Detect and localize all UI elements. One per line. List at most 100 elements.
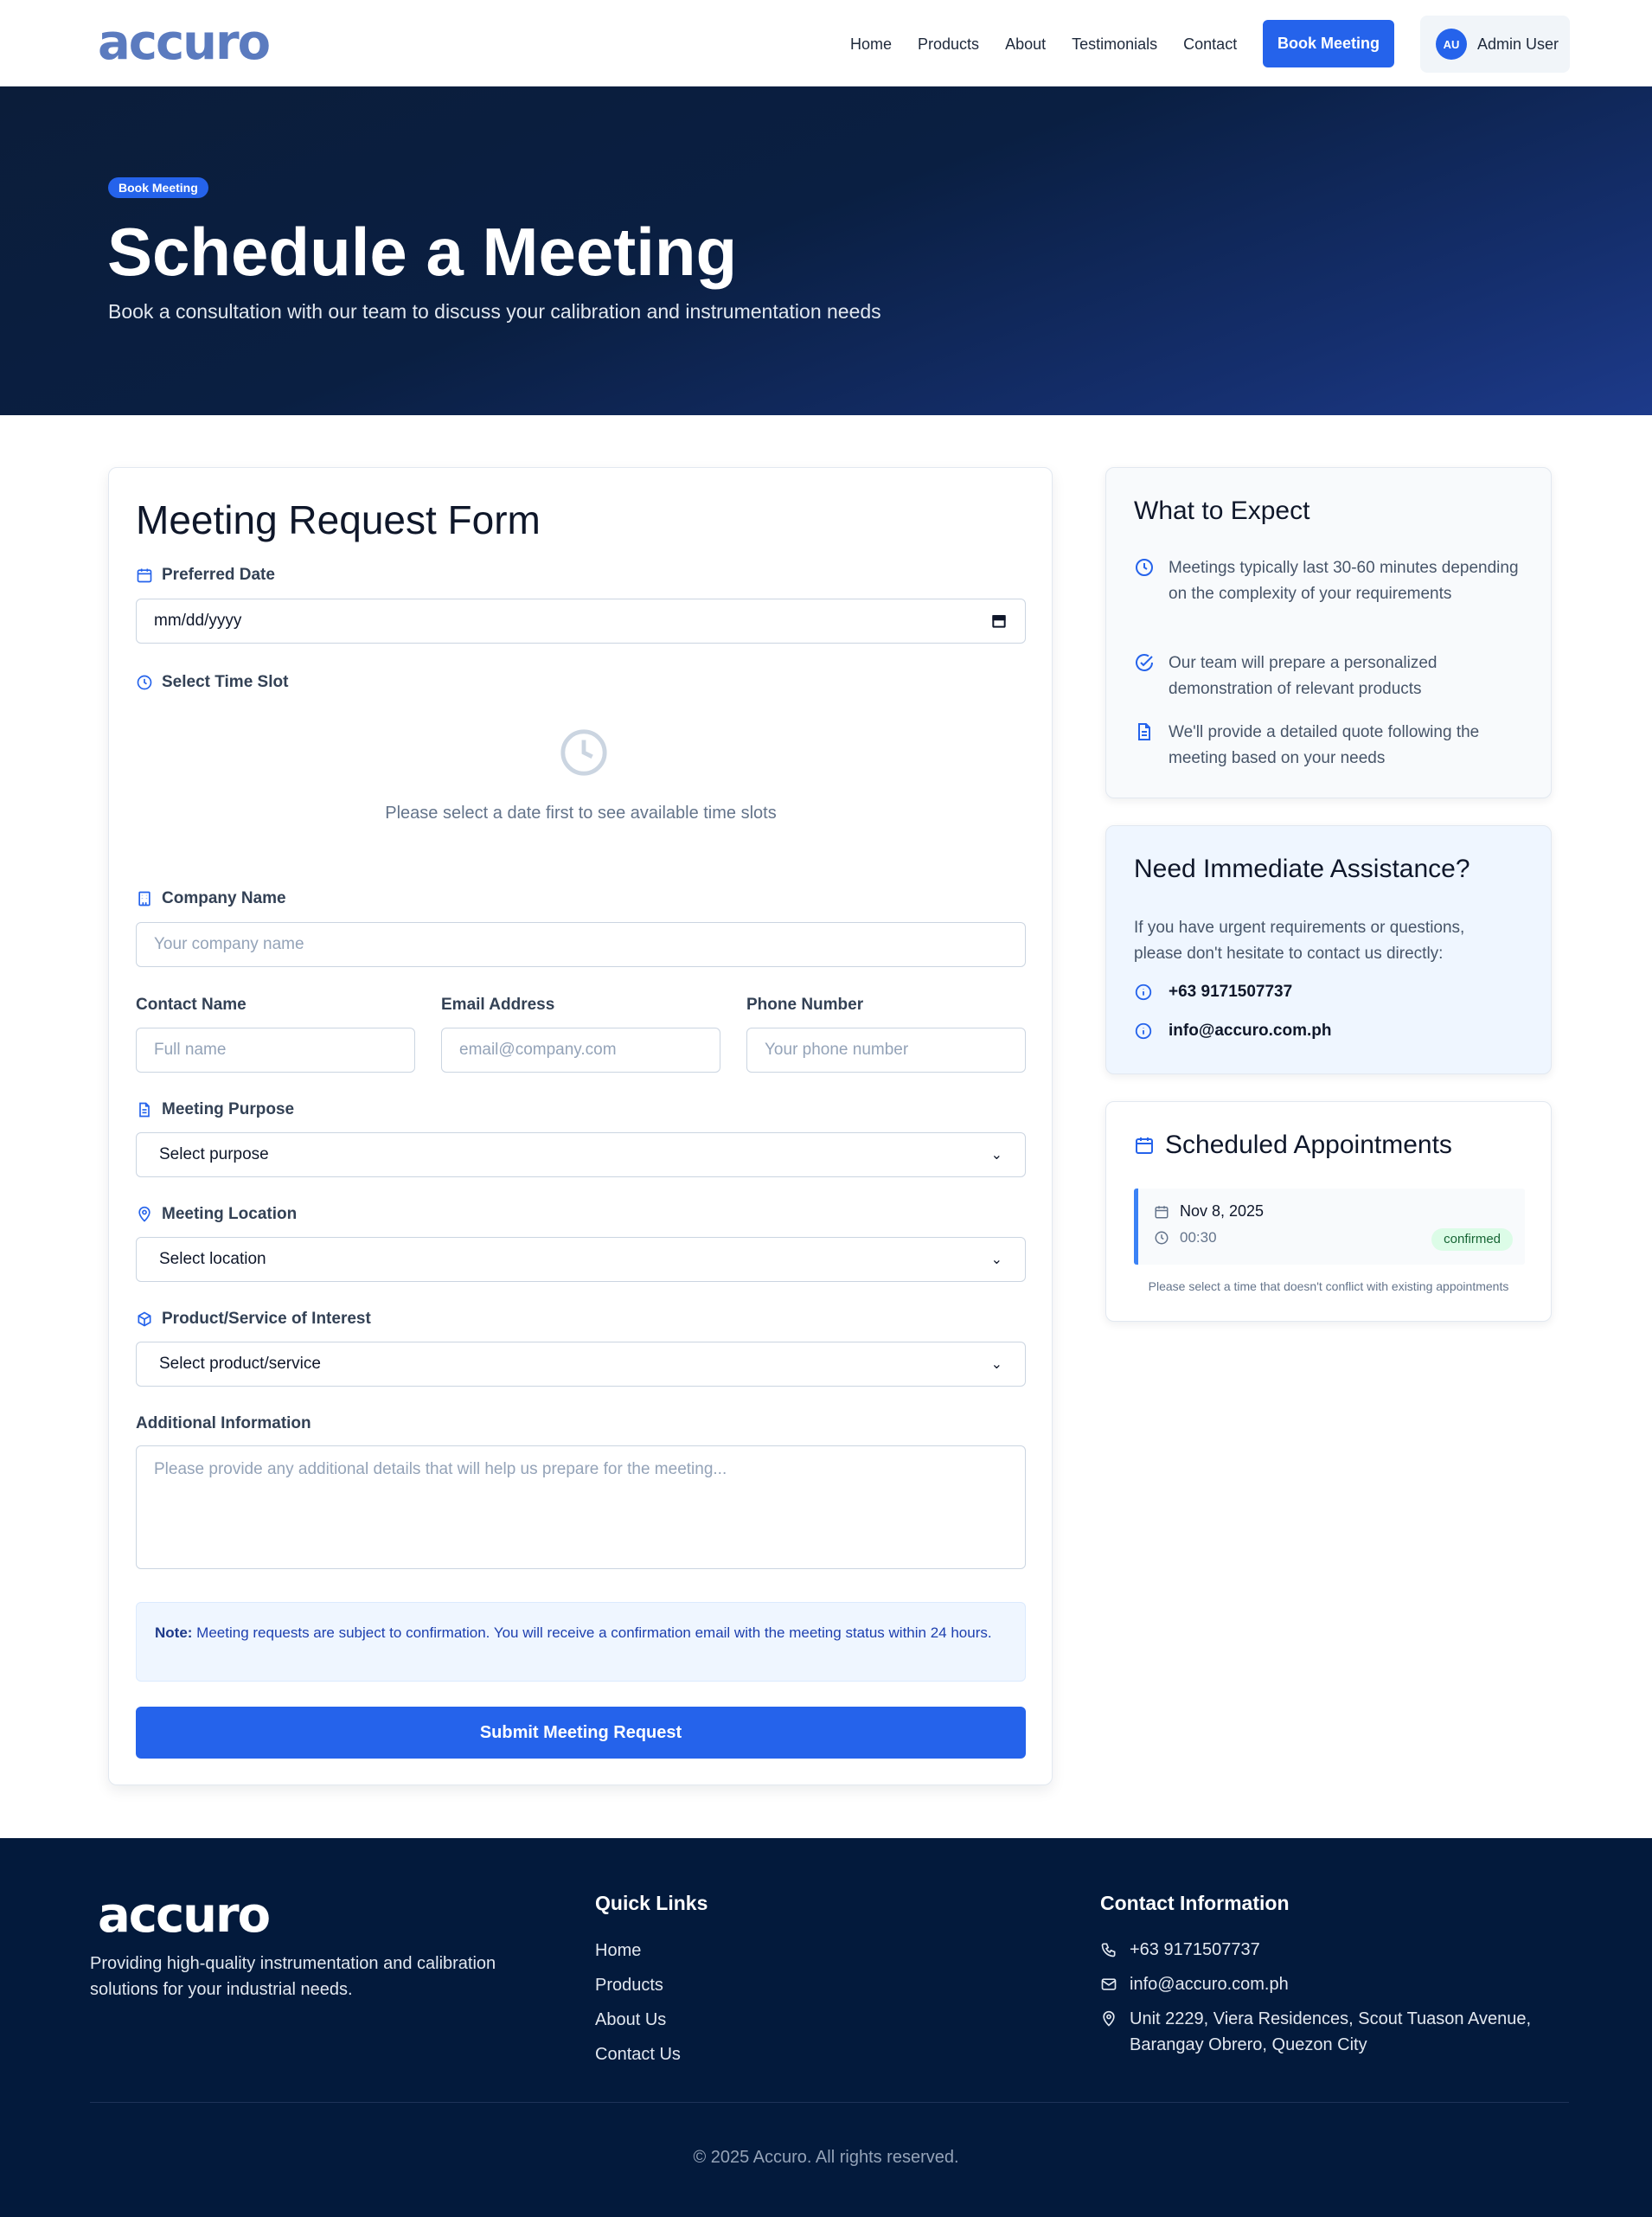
assistance-email-text: info@accuro.com.ph bbox=[1169, 1022, 1332, 1040]
assistance-title: Need Immediate Assistance? bbox=[1134, 855, 1470, 883]
form-title: Meeting Request Form bbox=[136, 497, 541, 542]
footer-address: Unit 2229, Viera Residences, Scout Tuaso… bbox=[1100, 2006, 1550, 2058]
nav-link-home[interactable]: Home bbox=[850, 26, 892, 62]
phone-icon bbox=[1101, 1943, 1116, 1957]
email-label: Email Address bbox=[441, 996, 555, 1014]
submit-meeting-request-button[interactable]: Submit Meeting Request bbox=[136, 1707, 1026, 1759]
expect-item: We'll provide a detailed quote following… bbox=[1134, 720, 1532, 772]
assistance-phone-text: +63 9171507737 bbox=[1169, 983, 1293, 1001]
nav-links: Home Products About Testimonials Contact bbox=[850, 26, 1263, 62]
appointment-time-text: 00:30 bbox=[1180, 1229, 1217, 1246]
email-input[interactable]: email@company.com bbox=[441, 1028, 720, 1073]
footer-link-home[interactable]: Home bbox=[595, 1941, 641, 1961]
info-icon bbox=[1135, 1022, 1152, 1040]
nav-link-about[interactable]: About bbox=[1005, 26, 1046, 62]
note-label: Note: bbox=[155, 1624, 193, 1641]
nav-link-products[interactable]: Products bbox=[918, 26, 979, 62]
expect-item: Our team will prepare a personalized dem… bbox=[1134, 650, 1532, 702]
footer-link-products[interactable]: Products bbox=[595, 1976, 663, 1996]
status-badge: confirmed bbox=[1431, 1228, 1513, 1251]
phone-input[interactable]: Your phone number bbox=[746, 1028, 1026, 1073]
footer-logo[interactable]: accuro bbox=[98, 1892, 271, 1940]
footer: accuro Providing high-quality instrument… bbox=[0, 1838, 1652, 2217]
location-label-text: Meeting Location bbox=[162, 1205, 298, 1223]
assistance-text: If you have urgent requirements or quest… bbox=[1134, 919, 1465, 963]
check-circle-icon bbox=[1136, 654, 1153, 671]
meeting-request-form: Meeting Request Form Preferred Date mm/d… bbox=[108, 467, 1053, 1785]
what-to-expect-title: What to Expect bbox=[1134, 497, 1310, 525]
assistance-phone[interactable]: +63 9171507737 bbox=[1134, 983, 1292, 1002]
calendar-icon bbox=[137, 568, 152, 583]
company-input[interactable]: Your company name bbox=[136, 922, 1026, 967]
footer-link-contact[interactable]: Contact Us bbox=[595, 2045, 681, 2065]
footer-email[interactable]: info@accuro.com.ph bbox=[1100, 1971, 1289, 1997]
footer-phone-text: +63 9171507737 bbox=[1130, 1940, 1260, 1959]
expect-item: Meetings typically last 30-60 minutes de… bbox=[1134, 555, 1532, 607]
time-slot-label-text: Select Time Slot bbox=[162, 673, 289, 691]
expect-item-text: We'll provide a detailed quote following… bbox=[1169, 723, 1480, 767]
location-select-value: Select location bbox=[159, 1250, 266, 1268]
footer-description: Providing high-quality instrumentation a… bbox=[90, 1954, 496, 1999]
map-pin-icon bbox=[1103, 2010, 1115, 2027]
calendar-icon bbox=[1136, 1137, 1153, 1154]
avatar: AU bbox=[1436, 29, 1467, 60]
clock-icon bbox=[137, 675, 152, 690]
page-subtitle: Book a consultation with our team to dis… bbox=[108, 300, 881, 323]
top-navbar: accuro Home Products About Testimonials … bbox=[0, 0, 1652, 87]
info-icon bbox=[1135, 984, 1152, 1001]
date-label-text: Preferred Date bbox=[162, 566, 275, 584]
appointment-date-text: Nov 8, 2025 bbox=[1180, 1202, 1265, 1220]
clock-icon bbox=[1155, 1231, 1169, 1245]
appointment-time: 00:30 bbox=[1154, 1229, 1217, 1246]
contact-name-label: Contact Name bbox=[136, 996, 247, 1014]
user-menu[interactable]: AU Admin User bbox=[1420, 16, 1570, 73]
chevron-down-icon: ⌄ bbox=[990, 1253, 1002, 1267]
footer-phone[interactable]: +63 9171507737 bbox=[1100, 1937, 1260, 1963]
map-pin-icon bbox=[138, 1206, 150, 1222]
purpose-select[interactable]: Select purpose ⌄ bbox=[136, 1132, 1026, 1177]
footer-link-about[interactable]: About Us bbox=[595, 2010, 666, 2030]
phone-label: Phone Number bbox=[746, 996, 864, 1014]
brand-logo[interactable]: accuro bbox=[98, 19, 271, 67]
hero-badge: Book Meeting bbox=[108, 177, 208, 198]
quick-links-title: Quick Links bbox=[595, 1892, 708, 1914]
assistance-email[interactable]: info@accuro.com.ph bbox=[1134, 1022, 1332, 1041]
footer-address-text: Unit 2229, Viera Residences, Scout Tuaso… bbox=[1130, 2009, 1532, 2054]
date-label: Preferred Date bbox=[136, 566, 275, 585]
package-icon bbox=[138, 1311, 151, 1327]
expect-item-text: Our team will prepare a personalized dem… bbox=[1169, 654, 1437, 698]
copyright: © 2025 Accuro. All rights reserved. bbox=[693, 2148, 959, 2167]
book-meeting-button[interactable]: Book Meeting bbox=[1263, 20, 1394, 67]
clock-placeholder-icon bbox=[560, 729, 607, 776]
scheduled-appointments-card: Scheduled Appointments Nov 8, 2025 00:30… bbox=[1105, 1101, 1552, 1322]
building-icon bbox=[138, 891, 150, 907]
appointments-title: Scheduled Appointments bbox=[1165, 1131, 1452, 1159]
calendar-icon bbox=[1155, 1205, 1169, 1218]
product-select[interactable]: Select product/service ⌄ bbox=[136, 1342, 1026, 1387]
appointment-date: Nov 8, 2025 bbox=[1154, 1202, 1264, 1221]
time-slot-empty-text: Please select a date first to see availa… bbox=[385, 804, 777, 823]
purpose-label-text: Meeting Purpose bbox=[162, 1100, 295, 1118]
hero-banner: Book Meeting Schedule a Meeting Book a c… bbox=[0, 87, 1652, 415]
additional-info-textarea[interactable]: Please provide any additional details th… bbox=[136, 1445, 1026, 1569]
user-name: Admin User bbox=[1477, 35, 1559, 53]
appointments-header: Scheduled Appointments bbox=[1134, 1131, 1452, 1160]
calendar-picker-icon[interactable] bbox=[990, 612, 1008, 630]
expect-item-text: Meetings typically last 30-60 minutes de… bbox=[1169, 559, 1519, 603]
what-to-expect-card: What to Expect Meetings typically last 3… bbox=[1105, 467, 1552, 798]
footer-divider bbox=[90, 2102, 1569, 2103]
mail-icon bbox=[1101, 1978, 1117, 1990]
time-slot-label: Select Time Slot bbox=[136, 673, 288, 692]
assistance-card: Need Immediate Assistance? If you have u… bbox=[1105, 825, 1552, 1074]
appointment-item[interactable]: Nov 8, 2025 00:30 confirmed bbox=[1134, 1189, 1525, 1265]
nav-link-testimonials[interactable]: Testimonials bbox=[1072, 26, 1157, 62]
location-select[interactable]: Select location ⌄ bbox=[136, 1237, 1026, 1282]
date-input-value: mm/dd/yyyy bbox=[154, 612, 242, 630]
additional-info-label: Additional Information bbox=[136, 1414, 311, 1432]
product-label: Product/Service of Interest bbox=[136, 1310, 371, 1329]
contact-info-title: Contact Information bbox=[1100, 1892, 1290, 1914]
page-title: Schedule a Meeting bbox=[107, 214, 738, 290]
nav-link-contact[interactable]: Contact bbox=[1183, 26, 1237, 62]
date-input[interactable]: mm/dd/yyyy bbox=[136, 599, 1026, 644]
contact-name-input[interactable]: Full name bbox=[136, 1028, 415, 1073]
